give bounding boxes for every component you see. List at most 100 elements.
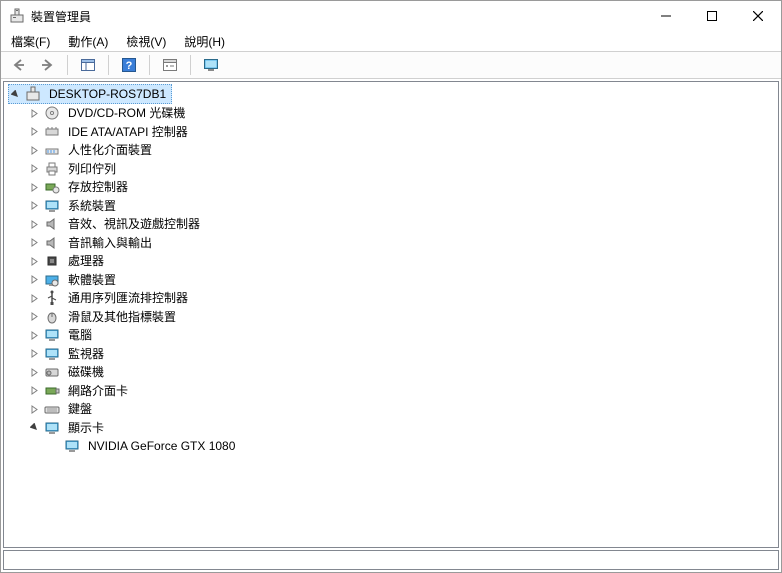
svg-text:?: ? [126, 60, 133, 72]
collapse-icon[interactable] [28, 422, 40, 434]
tree-category-monitor[interactable]: 監視器 [28, 345, 110, 363]
toolbar-separator [149, 55, 150, 75]
speaker-icon [44, 216, 60, 232]
menu-view[interactable]: 檢視(V) [122, 31, 170, 52]
nic-icon [44, 383, 60, 399]
menu-help[interactable]: 說明(H) [180, 31, 229, 52]
printer-icon [44, 161, 60, 177]
usb-icon [44, 290, 60, 306]
tree-category-keyboard[interactable]: 鍵盤 [28, 400, 98, 418]
tree-category-audiogame[interactable]: 音效、視訊及遊戲控制器 [28, 215, 206, 233]
tree-label: 電腦 [66, 326, 94, 344]
maximize-button[interactable] [689, 1, 735, 31]
device-manager-window: 裝置管理員 檔案(F) 動作(A) 檢視(V) 說明(H) [0, 0, 782, 573]
expand-icon[interactable] [28, 237, 40, 249]
tree-label: 滑鼠及其他指標裝置 [66, 308, 178, 326]
show-hide-tree-button[interactable] [76, 53, 100, 77]
monitor-icon [64, 438, 80, 454]
expand-icon[interactable] [28, 366, 40, 378]
tree-category-display[interactable]: 顯示卡 [28, 419, 110, 437]
computer-small-icon [44, 198, 60, 214]
monitor-icon [44, 346, 60, 362]
tree-label: 磁碟機 [66, 363, 106, 381]
speaker-icon [44, 235, 60, 251]
arrow-left-icon [11, 57, 27, 73]
expand-icon[interactable] [28, 311, 40, 323]
help-button[interactable]: ? [117, 53, 141, 77]
tree-label: 音效、視訊及遊戲控制器 [66, 215, 202, 233]
expand-icon[interactable] [28, 403, 40, 415]
mouse-icon [44, 309, 60, 325]
titlebar: 裝置管理員 [1, 1, 781, 31]
tree-category-computer[interactable]: 電腦 [28, 326, 98, 344]
tree-category-nic[interactable]: 網路介面卡 [28, 382, 134, 400]
device-tree[interactable]: DESKTOP-ROS7DB1 DVD/CD-ROM 光碟機 [3, 81, 779, 548]
tree-label: 監視器 [66, 345, 106, 363]
tree-label: DVD/CD-ROM 光碟機 [66, 104, 187, 122]
tree-label: 通用序列匯流排控制器 [66, 289, 190, 307]
statusbar [3, 550, 779, 570]
tree-category-audioio[interactable]: 音訊輸入與輸出 [28, 234, 158, 252]
tree-label: 列印佇列 [66, 160, 118, 178]
expand-icon[interactable] [28, 218, 40, 230]
cpu-icon [44, 253, 60, 269]
scan-hardware-button[interactable] [199, 53, 223, 77]
expand-icon[interactable] [28, 200, 40, 212]
tree-category-usb[interactable]: 通用序列匯流排控制器 [28, 289, 194, 307]
tree-category-disk[interactable]: 磁碟機 [28, 363, 110, 381]
expand-icon[interactable] [28, 274, 40, 286]
menu-file[interactable]: 檔案(F) [7, 31, 54, 52]
tree-category-system[interactable]: 系統裝置 [28, 197, 122, 215]
tree-label: 處理器 [66, 252, 106, 270]
monitor-icon [44, 327, 60, 343]
collapse-icon[interactable] [9, 88, 21, 100]
tree-label: 網路介面卡 [66, 382, 130, 400]
tree-category-storage[interactable]: 存放控制器 [28, 178, 134, 196]
tree-label: 鍵盤 [66, 400, 94, 418]
disc-icon [44, 105, 60, 121]
tree-category-printqueue[interactable]: 列印佇列 [28, 160, 122, 178]
hid-icon [44, 142, 60, 158]
properties-button[interactable] [158, 53, 182, 77]
tree-category-hid[interactable]: 人性化介面裝置 [28, 141, 158, 159]
close-button[interactable] [735, 1, 781, 31]
help-icon: ? [121, 57, 137, 73]
hdd-icon [44, 364, 60, 380]
tree-root-label: DESKTOP-ROS7DB1 [47, 85, 168, 103]
expand-icon[interactable] [28, 329, 40, 341]
menubar: 檔案(F) 動作(A) 檢視(V) 說明(H) [1, 31, 781, 51]
tree-label: 系統裝置 [66, 197, 118, 215]
toolbar-separator [67, 55, 68, 75]
properties-icon [162, 57, 178, 73]
expand-icon[interactable] [28, 348, 40, 360]
tree-root[interactable]: DESKTOP-ROS7DB1 [8, 84, 172, 104]
expand-icon[interactable] [28, 126, 40, 138]
storage-icon [44, 179, 60, 195]
app-icon [9, 8, 25, 24]
minimize-button[interactable] [643, 1, 689, 31]
forward-button[interactable] [35, 53, 59, 77]
tree-device-gpu[interactable]: NVIDIA GeForce GTX 1080 [48, 437, 241, 455]
monitor-scan-icon [203, 57, 219, 73]
tree-label: 顯示卡 [66, 419, 106, 437]
expand-icon[interactable] [28, 292, 40, 304]
pane-icon [80, 57, 96, 73]
expand-icon[interactable] [28, 107, 40, 119]
tree-category-software[interactable]: 軟體裝置 [28, 271, 122, 289]
back-button[interactable] [7, 53, 31, 77]
client-area: DESKTOP-ROS7DB1 DVD/CD-ROM 光碟機 [1, 79, 781, 572]
expand-icon[interactable] [28, 255, 40, 267]
toolbar-separator [108, 55, 109, 75]
computer-icon [25, 86, 41, 102]
tree-category-cpu[interactable]: 處理器 [28, 252, 110, 270]
tree-category-ide[interactable]: IDE ATA/ATAPI 控制器 [28, 123, 194, 141]
expand-icon[interactable] [28, 144, 40, 156]
tree-category-dvd[interactable]: DVD/CD-ROM 光碟機 [28, 104, 191, 122]
monitor-icon [44, 420, 60, 436]
tree-label: 軟體裝置 [66, 271, 118, 289]
expand-icon[interactable] [28, 385, 40, 397]
expand-icon[interactable] [28, 163, 40, 175]
expand-icon[interactable] [28, 181, 40, 193]
tree-category-mouse[interactable]: 滑鼠及其他指標裝置 [28, 308, 182, 326]
menu-action[interactable]: 動作(A) [64, 31, 112, 52]
